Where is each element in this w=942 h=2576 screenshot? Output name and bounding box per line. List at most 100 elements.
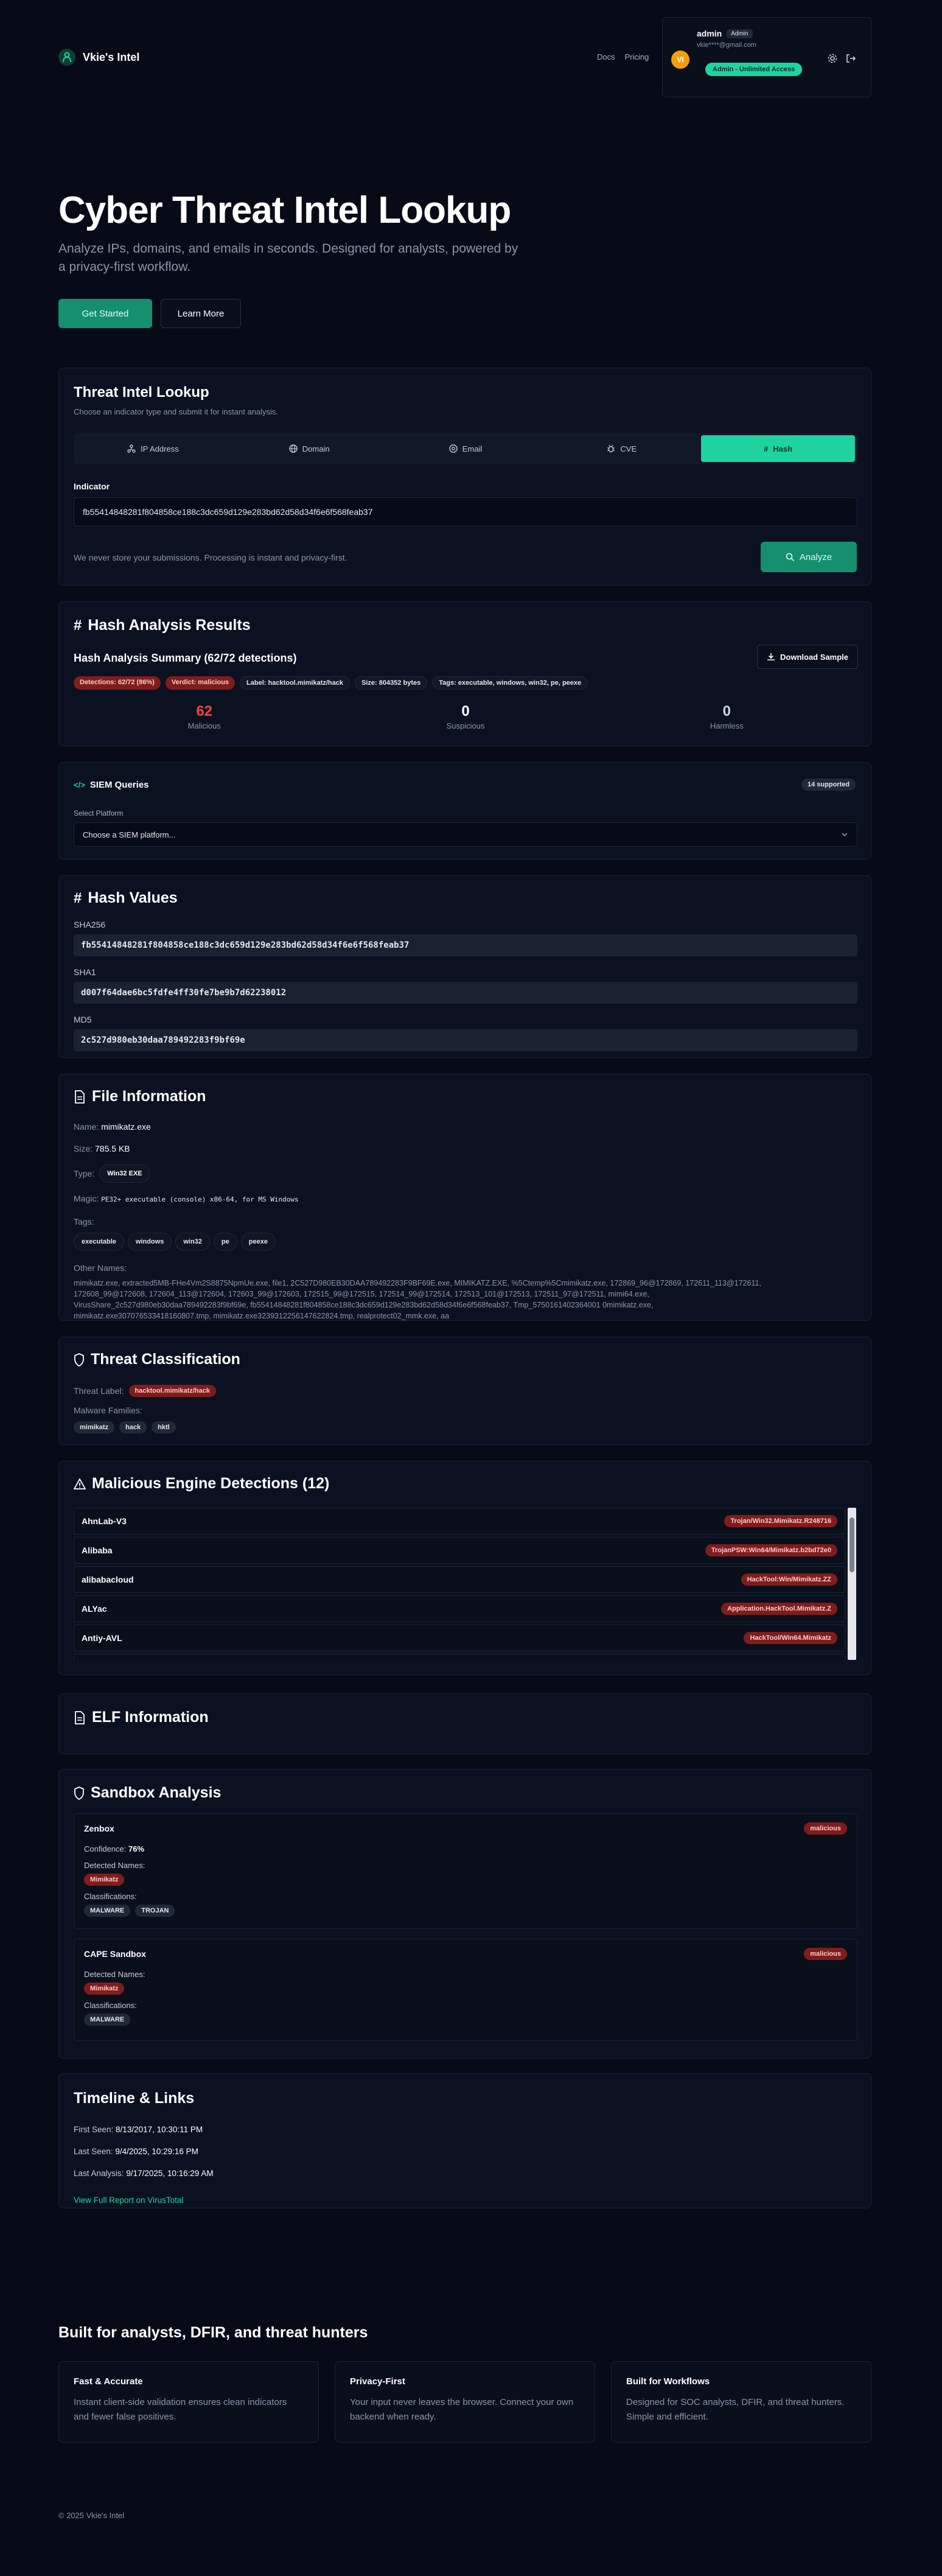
tab-label: Hash [773, 444, 793, 453]
engine-result: HackTool/Win64.Mimikatz [744, 1632, 837, 1644]
shield-icon [74, 1786, 84, 1800]
sandbox-box-zenbox: Zenbox malicious Confidence: 76% Detecte… [74, 1813, 857, 1929]
analyze-button[interactable]: Analyze [761, 542, 857, 572]
engine-row [74, 1654, 845, 1660]
last-seen-label: Last Seen: [74, 2147, 113, 2156]
hash-values-title: Hash Values [88, 889, 178, 906]
summary-chip: Detections: 62/72 (86%) [74, 676, 161, 690]
confidence-label: Confidence: [84, 1844, 127, 1853]
summary-chip: Tags: executable, windows, win32, pe, pe… [432, 676, 588, 690]
hash-md5: MD5 2c527d980eb30daa789492283f9bf69e [74, 1015, 857, 1051]
siem-supported-badge: 14 supported [801, 779, 856, 791]
confidence: 76% [128, 1844, 145, 1853]
learn-more-button[interactable]: Learn More [161, 299, 241, 328]
tab-hash[interactable]: # Hash [701, 435, 855, 462]
tab-email[interactable]: Email [389, 435, 543, 462]
indicator-type-tabs: IP Address Domain Email CVE # Hash [74, 433, 857, 464]
malware-families: mimikatz hack hktl [74, 1421, 181, 1433]
access-badge: Admin - Unlimited Access [705, 63, 803, 76]
other-names-line: mimikatz.exe307076533418160807.tmp, mimi… [74, 1312, 450, 1320]
hero-title: Cyber Threat Intel Lookup [58, 189, 511, 231]
nav-docs-link[interactable]: Docs [597, 52, 615, 61]
stat-label: Harmless [710, 721, 744, 730]
detections-card: Malicious Engine Detections (12) AhnLab-… [58, 1461, 871, 1675]
avatar[interactable]: VI [671, 51, 689, 69]
detections-title: Malicious Engine Detections (12) [92, 1475, 330, 1492]
results-title: Hash Analysis Results [88, 617, 251, 634]
stat-label: Suspicious [446, 721, 485, 730]
hash-sha256: SHA256 fb55414848281f804858ce188c3dc659d1… [74, 920, 857, 956]
engine-result: TrojanPSW:Win64/Mimikatz.b2bd72e0 [705, 1544, 837, 1556]
detection-stats: 62 Malicious 0 Suspicious 0 Harmless [74, 703, 857, 730]
hash-label: SHA1 [74, 967, 96, 977]
summary-chip: Size: 804352 bytes [354, 676, 428, 690]
feature-title: Fast & Accurate [74, 2376, 143, 2387]
hash-value[interactable]: fb55414848281f804858ce188c3dc659d129e283… [74, 934, 857, 956]
elf-card: ELF Information [58, 1693, 871, 1754]
file-type: Win32 EXE [99, 1164, 150, 1183]
tab-domain[interactable]: Domain [232, 435, 386, 462]
hash-icon: # [74, 617, 82, 634]
detections-list[interactable]: AhnLab-V3 Trojan/Win32.Mimikatz.R248716 Al… [74, 1508, 845, 1660]
siem-title: SIEM Queries [89, 780, 149, 790]
last-seen: 9/4/2025, 10:29:16 PM [115, 2147, 198, 2156]
malware-family: mimikatz [74, 1421, 115, 1433]
brand[interactable]: Vkie's Intel [58, 49, 139, 66]
tab-cve[interactable]: CVE [545, 435, 699, 462]
classifications-label: Classifications: [84, 1892, 137, 1901]
threat-label-title: Threat Label: [74, 1386, 124, 1396]
other-names-line: VirusShare_2c527d980eb30daa789492283f9bf… [74, 1301, 654, 1309]
siem-placeholder: Choose a SIEM platform... [83, 830, 176, 839]
feature-card: Fast & Accurate Instant client-side vali… [58, 2361, 319, 2443]
settings-gear-icon[interactable] [827, 53, 838, 64]
detected-name: Mimikatz [84, 1983, 125, 1995]
logout-icon[interactable] [845, 53, 856, 64]
hash-value[interactable]: d007f64dae6bc5fdfe4ff30fe7be9b7d62238012 [74, 982, 857, 1004]
siem-platform-select[interactable]: Choose a SIEM platform... [74, 822, 857, 847]
privacy-note: We never store your submissions. Process… [74, 553, 347, 562]
tab-ip-address[interactable]: IP Address [76, 435, 230, 462]
virustotal-link[interactable]: View Full Report on VirusTotal [74, 2194, 214, 2207]
detected-names-label: Detected Names: [84, 1861, 145, 1870]
sandbox-name: CAPE Sandbox [84, 1949, 146, 1959]
classification-title: Threat Classification [91, 1351, 240, 1368]
stat-value: 0 [461, 703, 470, 719]
classification-tag: MALWARE [84, 1905, 131, 1917]
file-magic-label: Magic: [74, 1194, 99, 1203]
engine-row: ALYac Application.HackTool.Mimikatz.Z [74, 1595, 845, 1622]
nav-pricing-link[interactable]: Pricing [625, 52, 649, 61]
stat-value: 62 [196, 703, 213, 719]
other-names-line: 172608_99@172608, 172604_113@172604, 172… [74, 1290, 649, 1298]
user-name: admin [697, 29, 722, 38]
file-tags-label: Tags: [74, 1217, 94, 1227]
summary-chip: Verdict: malicious [165, 676, 236, 690]
file-tag: executable [74, 1233, 124, 1251]
lookup-card: Threat Intel Lookup Choose an indicator … [58, 368, 871, 586]
feature-text: Your input never leaves the browser. Con… [350, 2397, 574, 2422]
detections-scrollbar[interactable] [848, 1508, 856, 1660]
engine-result: HackTool:Win/Mimikatz.ZZ [741, 1573, 837, 1586]
tab-label: Domain [302, 444, 330, 453]
siem-card: </> SIEM Queries 14 supported Select Pla… [58, 762, 871, 859]
last-analysis-label: Last Analysis: [74, 2169, 124, 2178]
file-tag: win32 [175, 1233, 210, 1251]
file-tag: peexe [240, 1233, 276, 1251]
lookup-title: Threat Intel Lookup [74, 384, 209, 401]
hash-icon: # [764, 444, 769, 453]
other-names-line: mimikatz.exe, extracted5MB-FHe4Vm2S8875N… [74, 1279, 761, 1287]
file-magic: PE32+ executable (console) x86-64, for M… [101, 1195, 299, 1203]
families-title: Malware Families: [74, 1405, 142, 1415]
tab-label: IP Address [141, 444, 179, 453]
download-sample-button[interactable]: Download Sample [757, 645, 858, 669]
at-icon [449, 444, 458, 453]
detected-name: Mimikatz [84, 1874, 125, 1886]
feature-text: Designed for SOC analysts, DFIR, and thr… [626, 2397, 845, 2422]
siem-platform-label: Select Platform [74, 809, 124, 817]
file-info-card: File Information Name: mimikatz.exe Size… [58, 1074, 871, 1321]
feature-text: Instant client-side validation ensures c… [74, 2397, 287, 2422]
chevron-down-icon [842, 833, 848, 837]
indicator-input[interactable]: fb55414848281f804858ce188c3dc659d129e283… [74, 497, 857, 527]
file-tags: executable windows win32 pe peexe [74, 1233, 857, 1251]
get-started-button[interactable]: Get Started [58, 299, 152, 328]
hash-value[interactable]: 2c527d980eb30daa789492283f9bf69e [74, 1029, 857, 1051]
